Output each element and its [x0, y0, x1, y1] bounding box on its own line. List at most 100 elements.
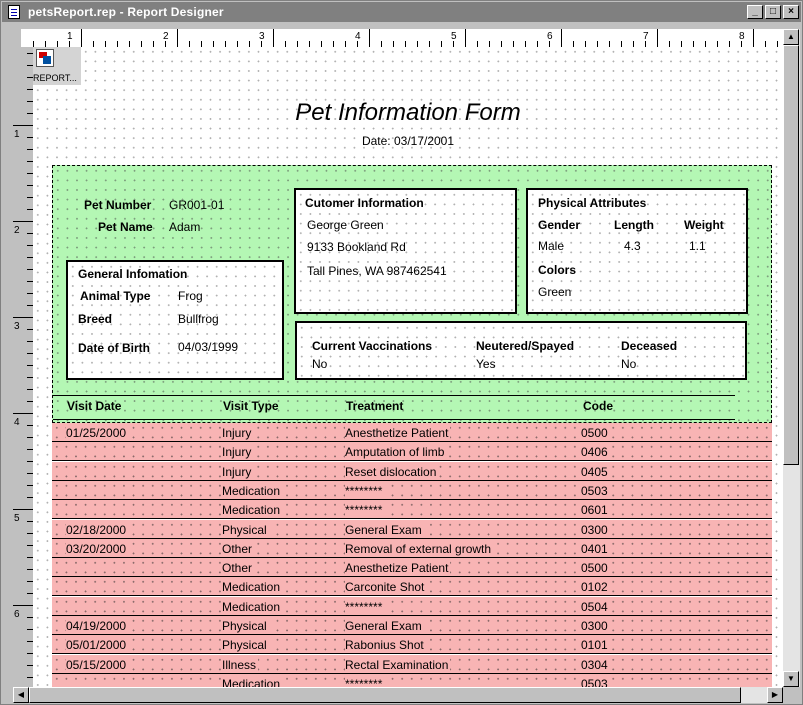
header-band[interactable]: Pet Number GR001-01 Pet Name Adam Cutome… — [52, 165, 772, 423]
table-row[interactable]: Injury Reset dislocation 0405 — [52, 461, 772, 481]
report-page[interactable]: REPORT... Pet Information Form Date: 03/… — [33, 47, 783, 687]
vaccinations-value[interactable]: No — [312, 357, 327, 371]
table-row[interactable]: 02/18/2000 Physical General Exam 0300 — [52, 519, 772, 539]
visit-date-cell[interactable]: 05/15/2000 — [66, 657, 129, 672]
horizontal-scroll-thumb[interactable] — [29, 687, 741, 703]
visit-date-cell[interactable]: 03/20/2000 — [66, 541, 129, 556]
treatment-cell[interactable]: Rectal Examination — [345, 657, 451, 672]
title-bar[interactable]: petsReport.rep - Report Designer _ □ × — [2, 2, 801, 22]
table-row[interactable]: 03/20/2000 Other Removal of external growt… — [52, 538, 772, 558]
treatment-cell[interactable]: Carconite Shot — [345, 580, 427, 595]
treatment-cell[interactable]: Anesthetize Patient — [345, 426, 451, 440]
visit-date-cell[interactable]: 04/19/2000 — [66, 619, 129, 633]
code-cell[interactable]: 0503 — [581, 676, 610, 687]
table-row[interactable]: 05/15/2000 Illness Rectal Examination 0304 — [52, 654, 772, 674]
table-row[interactable]: 04/19/2000 Physical General Exam 0300 — [52, 616, 772, 635]
gender-value[interactable]: Male — [538, 239, 564, 253]
report-date[interactable]: Date: 03/17/2001 — [33, 134, 783, 148]
horizontal-scrollbar[interactable]: ◀ ▶ — [13, 687, 783, 703]
visit-type-cell[interactable]: Injury — [222, 426, 254, 440]
scroll-down-button[interactable]: ▼ — [783, 671, 799, 687]
visit-type-cell[interactable]: Physical — [222, 638, 269, 653]
visit-type-cell[interactable]: Physical — [222, 522, 269, 537]
breed-value[interactable]: Bullfrog — [178, 312, 219, 326]
visit-type-cell[interactable]: Injury — [222, 464, 254, 479]
code-cell[interactable]: 0601 — [581, 503, 610, 518]
visit-date-cell[interactable]: 05/01/2000 — [66, 638, 129, 653]
animal-type-label[interactable]: Animal Type — [80, 289, 150, 303]
pet-number-value[interactable]: GR001-01 — [169, 198, 224, 212]
status-box[interactable]: Current Vaccinations No Neutered/Spayed … — [295, 321, 747, 380]
treatment-cell[interactable]: General Exam — [345, 619, 424, 633]
dob-value[interactable]: 04/03/1999 — [178, 340, 238, 354]
general-heading[interactable]: General Infomation — [78, 267, 187, 281]
code-cell[interactable]: 0406 — [581, 445, 610, 460]
colors-value[interactable]: Green — [538, 285, 571, 299]
visit-type-cell[interactable]: Other — [222, 561, 255, 576]
code-cell[interactable]: 0504 — [581, 599, 610, 614]
code-cell[interactable]: 0300 — [581, 619, 610, 633]
table-row[interactable]: 01/25/2000 Injury Anesthetize Patient 0500 — [52, 423, 772, 442]
code-cell[interactable]: 0101 — [581, 638, 610, 653]
deceased-label[interactable]: Deceased — [621, 339, 677, 353]
visit-type-cell[interactable]: Physical — [222, 619, 269, 633]
vaccinations-label[interactable]: Current Vaccinations — [312, 339, 432, 353]
scroll-left-button[interactable]: ◀ — [13, 687, 29, 703]
customer-address[interactable]: 9133 Bookland Rd — [307, 240, 406, 254]
treatment-cell[interactable]: Amputation of limb — [345, 445, 447, 460]
treatment-cell[interactable]: Anesthetize Patient — [345, 561, 451, 576]
pet-number-label[interactable]: Pet Number — [84, 198, 151, 212]
report-title[interactable]: Pet Information Form — [33, 99, 783, 127]
treatment-cell[interactable]: Removal of external growth — [345, 541, 494, 556]
treatment-cell[interactable]: Rabonius Shot — [345, 638, 426, 653]
col-header-visit-date[interactable]: Visit Date — [67, 399, 121, 413]
treatment-cell[interactable]: ******** — [345, 483, 385, 498]
detail-band[interactable]: 01/25/2000 Injury Anesthetize Patient 0500 I… — [52, 423, 772, 687]
visit-type-cell[interactable]: Medication — [222, 580, 283, 595]
code-cell[interactable]: 0304 — [581, 657, 610, 672]
code-cell[interactable]: 0503 — [581, 483, 610, 498]
vertical-scrollbar[interactable]: ▲ ▼ — [783, 29, 800, 687]
treatment-cell[interactable]: ******** — [345, 599, 385, 614]
col-header-treatment[interactable]: Treatment — [346, 399, 403, 413]
length-label[interactable]: Length — [614, 218, 654, 232]
treatment-cell[interactable]: ******** — [345, 676, 385, 687]
gender-label[interactable]: Gender — [538, 218, 580, 232]
visit-date-cell[interactable]: 02/18/2000 — [66, 522, 129, 537]
vertical-scroll-thumb[interactable] — [783, 45, 799, 465]
length-value[interactable]: 4.3 — [624, 239, 641, 253]
scroll-up-button[interactable]: ▲ — [783, 29, 799, 45]
visit-type-cell[interactable]: Other — [222, 541, 255, 556]
table-row[interactable]: Medication ******** 0503 — [52, 480, 772, 500]
code-cell[interactable]: 0500 — [581, 426, 610, 440]
table-row[interactable]: Medication ******** 0504 — [52, 596, 772, 616]
report-object[interactable]: REPORT... — [33, 47, 81, 85]
treatment-cell[interactable]: Reset dislocation — [345, 464, 439, 479]
visit-type-cell[interactable]: Medication — [222, 503, 283, 518]
table-row[interactable]: Injury Amputation of limb 0406 — [52, 442, 772, 462]
code-cell[interactable]: 0102 — [581, 580, 610, 595]
visit-date-cell[interactable]: 01/25/2000 — [66, 426, 129, 440]
customer-name[interactable]: George Green — [307, 218, 384, 232]
colors-label[interactable]: Colors — [538, 263, 576, 277]
neutered-label[interactable]: Neutered/Spayed — [476, 339, 574, 353]
table-row[interactable]: Medication Carconite Shot 0102 — [52, 577, 772, 597]
code-cell[interactable]: 0500 — [581, 561, 610, 576]
table-row[interactable]: Medication ******** 0601 — [52, 500, 772, 520]
visit-type-cell[interactable]: Medication — [222, 483, 283, 498]
table-row[interactable]: Medication ******** 0503 — [52, 673, 772, 687]
table-row[interactable]: Other Anesthetize Patient 0500 — [52, 558, 772, 578]
pet-name-value[interactable]: Adam — [169, 220, 200, 234]
visit-type-cell[interactable]: Injury — [222, 445, 254, 460]
weight-value[interactable]: 1.1 — [689, 239, 706, 253]
scroll-right-button[interactable]: ▶ — [767, 687, 783, 703]
treatment-cell[interactable]: ******** — [345, 503, 385, 518]
table-row[interactable]: 05/01/2000 Physical Rabonius Shot 0101 — [52, 635, 772, 655]
minimize-button[interactable]: _ — [747, 5, 763, 19]
code-cell[interactable]: 0300 — [581, 522, 610, 537]
visit-type-cell[interactable]: Medication — [222, 676, 283, 687]
breed-label[interactable]: Breed — [78, 312, 112, 326]
customer-heading[interactable]: Cutomer Information — [305, 196, 424, 210]
animal-type-value[interactable]: Frog — [178, 289, 203, 303]
close-button[interactable]: × — [783, 5, 799, 19]
